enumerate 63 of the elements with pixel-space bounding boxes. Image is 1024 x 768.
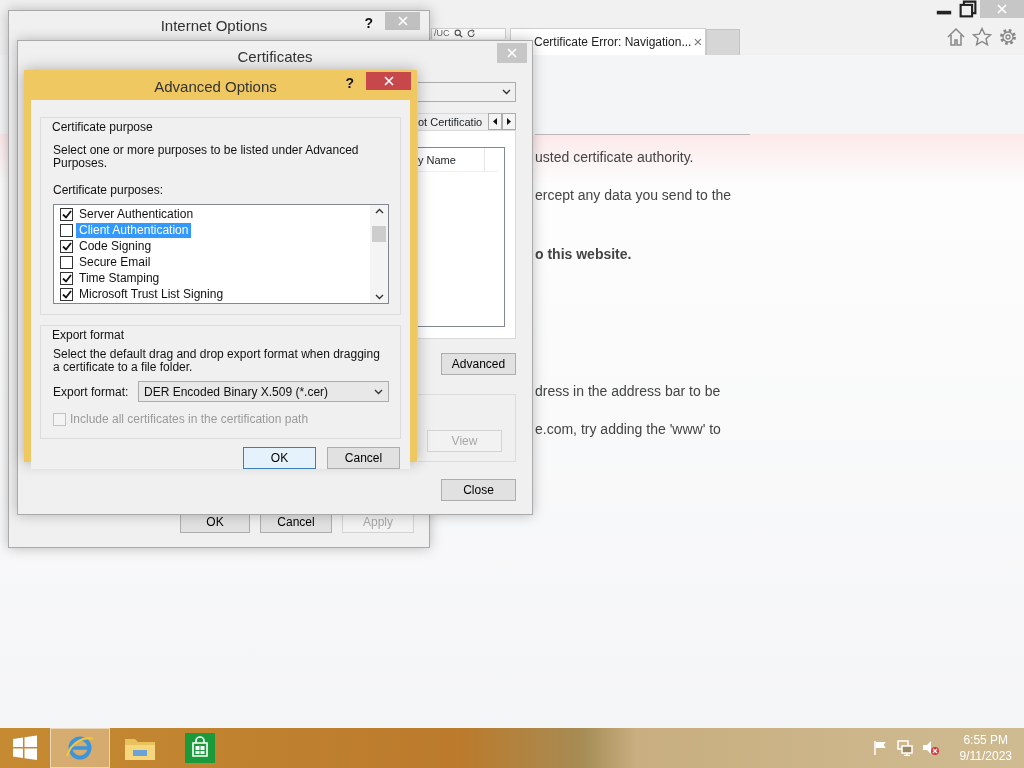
list-item[interactable]: Microsoft Trust List Signing xyxy=(76,286,227,302)
description-text: Select the default drag and drop export format when dragging a certificate to a file folder. xyxy=(53,348,381,374)
address-bar[interactable]: /UC xyxy=(431,28,506,39)
tab-close-button[interactable]: × xyxy=(693,30,703,54)
list-label: Certificate purposes: xyxy=(53,182,165,199)
list-item[interactable]: Secure Email xyxy=(76,254,154,270)
window-title: Certificates xyxy=(237,47,313,67)
column-header[interactable]: y Name xyxy=(418,148,485,171)
dialog-button[interactable]: Advanced xyxy=(441,353,516,375)
format-dropdown[interactable]: DER Encoded Binary X.509 (*.cer) xyxy=(138,381,389,402)
right-arrow-icon[interactable] xyxy=(507,118,511,125)
settings-icon[interactable] xyxy=(998,27,1018,47)
list-item[interactable]: Code Signing xyxy=(76,238,155,254)
page-text: dress in the address bar to be xyxy=(535,383,722,399)
scrollbar[interactable] xyxy=(370,205,388,303)
star-icon[interactable] xyxy=(972,27,992,47)
caret-icon[interactable] xyxy=(502,89,511,95)
checkbox[interactable] xyxy=(60,255,73,269)
scroll-left-button[interactable] xyxy=(488,113,502,130)
clock-date: 9/11/2023 xyxy=(959,748,1012,764)
close-button[interactable] xyxy=(385,12,420,30)
scroll-right-button[interactable] xyxy=(502,113,516,130)
clock-time: 6:55 PM xyxy=(962,732,1010,748)
search-icon[interactable] xyxy=(453,29,463,38)
dialog-button[interactable]: OK xyxy=(243,447,316,469)
checkbox[interactable] xyxy=(60,271,73,285)
close-button[interactable] xyxy=(366,72,411,90)
page-text: e.com, try adding the 'www' to xyxy=(535,421,722,437)
page-text: ercept any data you send to the xyxy=(535,187,733,203)
checkbox-label: Include all certificates in the certification path xyxy=(70,411,309,428)
window-title: Internet Options xyxy=(160,16,268,36)
store-icon xyxy=(185,733,215,763)
flag-icon[interactable] xyxy=(871,740,888,756)
field-label: Export format: xyxy=(53,383,129,401)
certificate-list[interactable]: y Name xyxy=(418,147,505,327)
checkbox[interactable] xyxy=(60,287,73,301)
checkbox[interactable] xyxy=(60,223,73,237)
windows-logo-icon[interactable] xyxy=(12,735,38,761)
window-title: Advanced Options xyxy=(154,77,277,97)
list-item[interactable]: Server Authentication xyxy=(76,206,197,222)
taskbar-button[interactable] xyxy=(50,728,110,768)
description-text: Select one or more purposes to be listed under Advanced Purposes. xyxy=(53,144,360,170)
checkbox[interactable] xyxy=(60,239,73,253)
address-text: /UC xyxy=(434,29,450,38)
help-button[interactable]: ? xyxy=(345,73,354,94)
purpose-list[interactable]: Server Authentication Client Authentication Code Signing Secure Email Time Stamping Microsoft Trust List Signing xyxy=(53,204,389,304)
scrollbar-thumb[interactable] xyxy=(372,226,386,242)
refresh-icon[interactable] xyxy=(466,29,476,38)
browser-tab[interactable]: Certificate Error: Navigation...× xyxy=(510,28,706,55)
help-button[interactable]: ? xyxy=(364,13,373,34)
page-text: o this website. xyxy=(535,246,633,262)
dialog-button[interactable]: Cancel xyxy=(327,447,400,469)
network-icon[interactable] xyxy=(895,740,914,756)
caret-icon[interactable] xyxy=(374,388,383,395)
checkbox[interactable] xyxy=(60,207,73,221)
page-text: usted certificate authority. xyxy=(535,149,695,165)
list-item[interactable]: Time Stamping xyxy=(76,270,163,286)
left-arrow-icon[interactable] xyxy=(493,118,497,125)
tab-title: Certificate Error: Navigation... xyxy=(534,34,692,51)
muted-speaker-icon[interactable] xyxy=(921,740,940,756)
close-icon[interactable] xyxy=(383,76,394,86)
home-icon[interactable] xyxy=(946,27,966,47)
dialog-button[interactable]: Close xyxy=(441,479,516,501)
